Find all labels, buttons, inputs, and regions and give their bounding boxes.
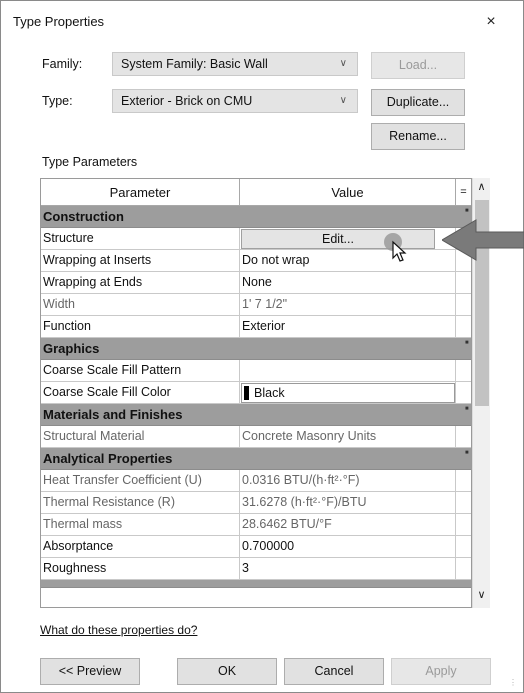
duplicate-button[interactable]: Duplicate...: [371, 89, 465, 116]
group-analytical[interactable]: Analytical Properties ■: [41, 448, 471, 470]
param-name: Structural Material: [41, 426, 240, 447]
formula-cell: [456, 514, 471, 535]
family-select[interactable]: System Family: Basic Wall ∨: [112, 52, 358, 76]
param-value[interactable]: Exterior: [240, 316, 456, 337]
grid-header: Parameter Value =: [41, 179, 471, 206]
param-value[interactable]: [240, 360, 456, 381]
parameter-column-header[interactable]: Parameter: [41, 179, 240, 206]
type-label: Type:: [42, 94, 73, 108]
type-select[interactable]: Exterior - Brick on CMU ∨: [112, 89, 358, 113]
value-column-header[interactable]: Value: [240, 179, 456, 206]
formula-cell: [456, 536, 471, 557]
cancel-button[interactable]: Cancel: [284, 658, 384, 685]
param-name: Roughness: [41, 558, 240, 579]
param-value[interactable]: 3: [240, 558, 456, 579]
param-name: Heat Transfer Coefficient (U): [41, 470, 240, 491]
rename-button[interactable]: Rename...: [371, 123, 465, 150]
table-row-wrapping-ends[interactable]: Wrapping at Ends None: [41, 272, 471, 294]
table-row-function[interactable]: Function Exterior: [41, 316, 471, 338]
param-name: Structure: [41, 228, 240, 249]
formula-cell: [456, 470, 471, 491]
chevron-down-icon[interactable]: ∨: [473, 588, 490, 606]
table-row-fill-pattern[interactable]: Coarse Scale Fill Pattern: [41, 360, 471, 382]
param-value[interactable]: Do not wrap: [240, 250, 456, 271]
formula-cell: [456, 558, 471, 579]
param-name: Coarse Scale Fill Pattern: [41, 360, 240, 381]
group-graphics[interactable]: Graphics ■: [41, 338, 471, 360]
dialog-title: Type Properties: [13, 14, 105, 29]
param-name: Thermal mass: [41, 514, 240, 535]
param-name: Function: [41, 316, 240, 337]
chevron-down-icon: ∨: [339, 58, 347, 69]
close-icon[interactable]: ×: [477, 9, 505, 35]
group-label: Analytical Properties: [43, 451, 173, 466]
apply-button[interactable]: Apply: [391, 658, 491, 685]
group-label: Graphics: [43, 341, 100, 356]
param-name: Absorptance: [41, 536, 240, 557]
formula-column-header[interactable]: =: [456, 179, 471, 206]
table-row-thermal-mass: Thermal mass 28.6462 BTU/°F: [41, 514, 471, 536]
table-row-roughness[interactable]: Roughness 3: [41, 558, 471, 580]
fill-color-picker[interactable]: Black: [241, 383, 455, 403]
table-row-fill-color: Coarse Scale Fill Color Black: [41, 382, 471, 404]
table-row-thermal-resistance: Thermal Resistance (R) 31.6278 (h·ft²·°F…: [41, 492, 471, 514]
collapse-marker: ■: [465, 208, 469, 214]
param-name: Wrapping at Inserts: [41, 250, 240, 271]
formula-cell: [456, 294, 471, 315]
formula-cell: [456, 492, 471, 513]
arrow-left-icon: [442, 219, 524, 261]
collapse-marker: ■: [465, 340, 469, 346]
mouse-pointer-icon: [384, 233, 407, 262]
param-name: Thermal Resistance (R): [41, 492, 240, 513]
param-value: 1' 7 1/2": [240, 294, 456, 315]
collapse-marker: ■: [465, 406, 469, 412]
title-bar: Type Properties ×: [1, 1, 523, 41]
color-swatch: [244, 386, 249, 400]
formula-cell: [456, 360, 471, 381]
family-select-value: System Family: Basic Wall: [121, 57, 268, 71]
group-label: Construction: [43, 209, 124, 224]
table-row-structural-material: Structural Material Concrete Masonry Uni…: [41, 426, 471, 448]
table-row-heat-transfer: Heat Transfer Coefficient (U) 0.0316 BTU…: [41, 470, 471, 492]
load-button[interactable]: Load...: [371, 52, 465, 79]
param-value: 31.6278 (h·ft²·°F)/BTU: [240, 492, 456, 513]
ok-button[interactable]: OK: [177, 658, 277, 685]
collapse-marker: ■: [465, 450, 469, 456]
family-label: Family:: [42, 57, 83, 71]
param-value[interactable]: 0.700000: [240, 536, 456, 557]
formula-cell: [456, 426, 471, 447]
type-parameters-label: Type Parameters: [42, 155, 138, 169]
formula-cell: [456, 272, 471, 293]
preview-button[interactable]: << Preview: [40, 658, 140, 685]
resize-grip-icon[interactable]: ⋮: [509, 678, 521, 690]
group-label: Materials and Finishes: [43, 407, 183, 422]
group-next-partial: [41, 580, 471, 588]
type-select-value: Exterior - Brick on CMU: [121, 94, 253, 108]
group-materials[interactable]: Materials and Finishes ■: [41, 404, 471, 426]
table-row-width: Width 1' 7 1/2": [41, 294, 471, 316]
param-value: Concrete Masonry Units: [240, 426, 456, 447]
param-value: 28.6462 BTU/°F: [240, 514, 456, 535]
table-row-absorptance[interactable]: Absorptance 0.700000: [41, 536, 471, 558]
help-link[interactable]: What do these properties do?: [40, 623, 197, 637]
group-construction[interactable]: Construction ■: [41, 206, 471, 228]
param-name: Width: [41, 294, 240, 315]
type-properties-dialog: Type Properties × Family: System Family:…: [0, 0, 524, 693]
chevron-up-icon[interactable]: ∧: [473, 180, 490, 198]
param-name: Wrapping at Ends: [41, 272, 240, 293]
color-name: Black: [254, 386, 285, 400]
formula-cell: [456, 316, 471, 337]
param-value: 0.0316 BTU/(h·ft²·°F): [240, 470, 456, 491]
param-value[interactable]: None: [240, 272, 456, 293]
param-name: Coarse Scale Fill Color: [41, 382, 240, 403]
chevron-down-icon: ∨: [339, 95, 347, 106]
